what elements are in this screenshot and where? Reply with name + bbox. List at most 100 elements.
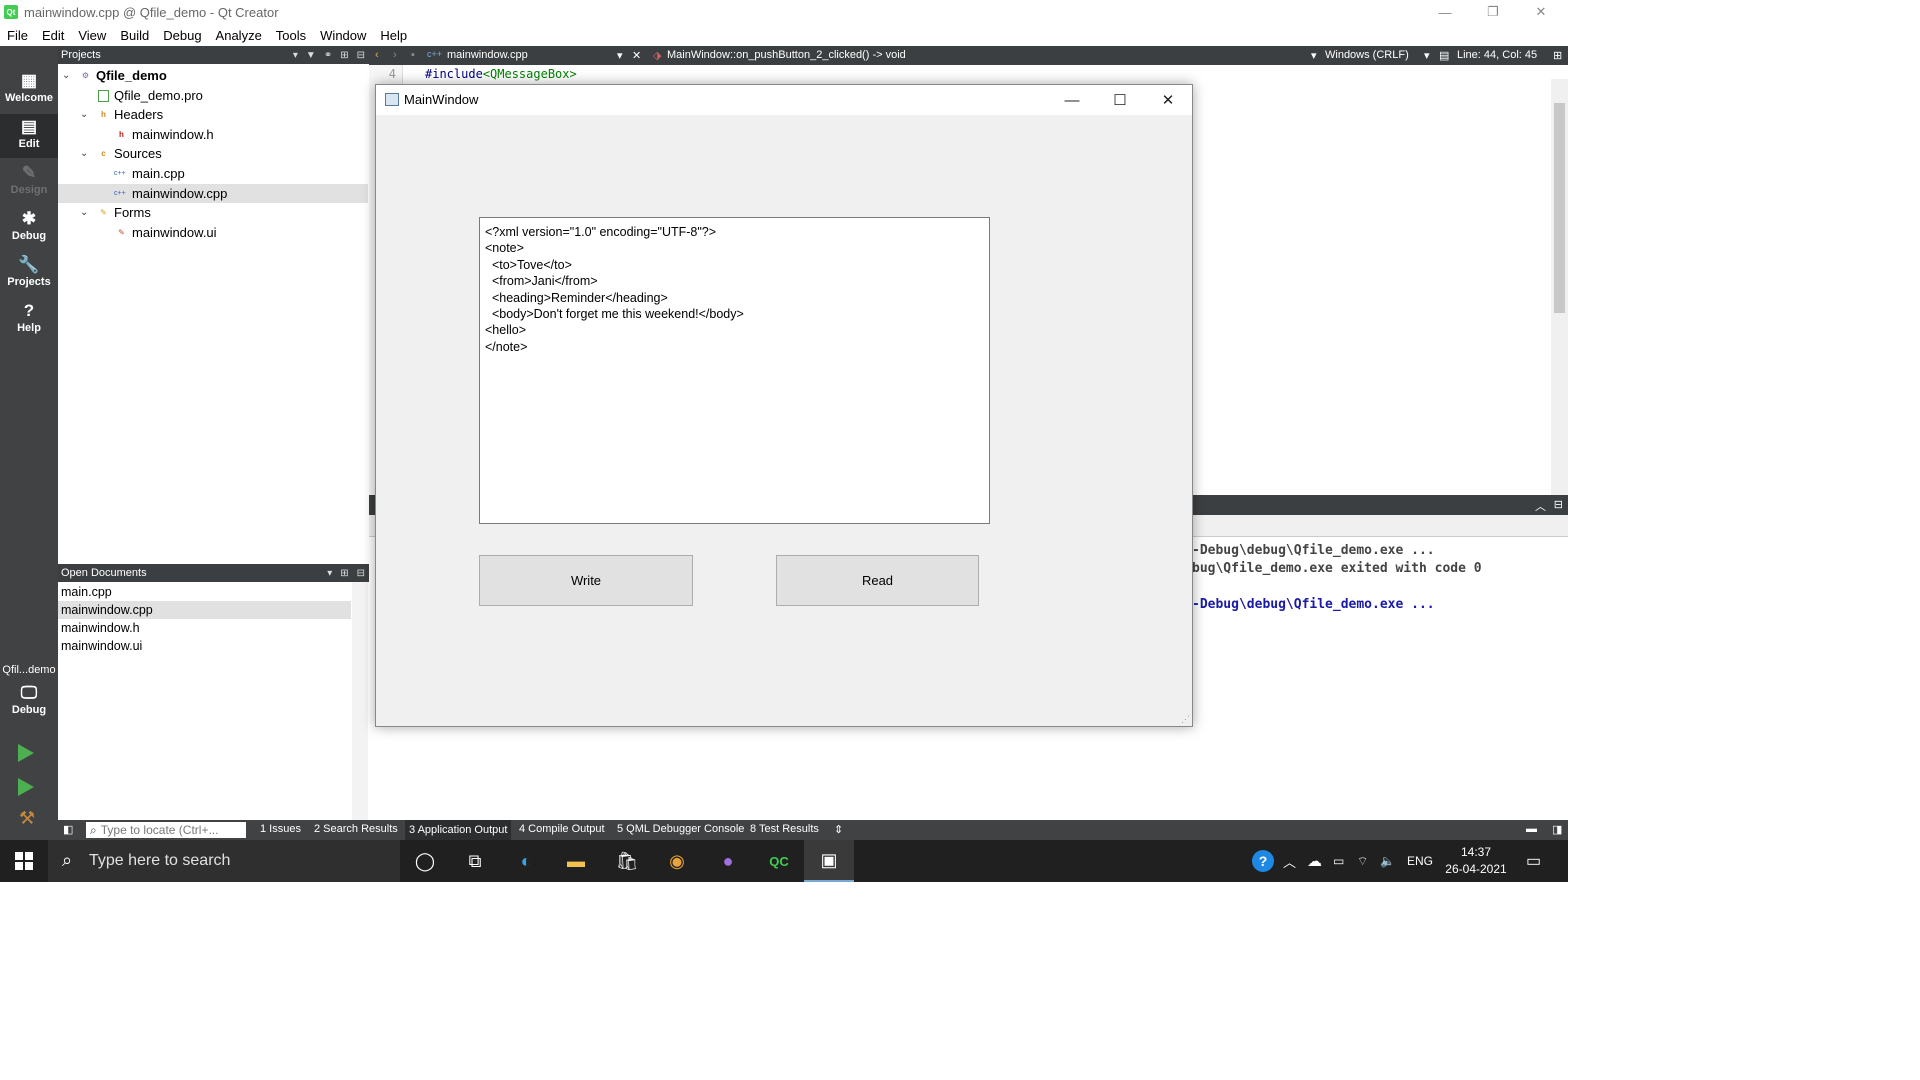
menu-build[interactable]: Build xyxy=(113,28,156,43)
mode-design[interactable]: ✎ Design xyxy=(0,160,58,204)
mode-debug[interactable]: ✱ Debug xyxy=(0,206,58,250)
resize-grip-icon[interactable]: ⋰ xyxy=(1181,715,1190,724)
editor-scrollbar-thumb[interactable] xyxy=(1554,103,1565,313)
menu-file[interactable]: File xyxy=(0,28,35,43)
tab-compile-output[interactable]: 4 Compile Output xyxy=(519,823,605,835)
chevron-down-icon[interactable]: ⌄ xyxy=(62,70,70,81)
tree-item-headers[interactable]: ⌄ h Headers xyxy=(58,105,368,124)
kit-selector[interactable]: 🖵 Debug xyxy=(0,680,58,724)
tree-item-mainwindow-cpp[interactable]: c++ mainwindow.cpp xyxy=(58,184,368,203)
locator-input[interactable]: ⌕ Type to locate (Ctrl+... xyxy=(86,822,246,838)
menu-view[interactable]: View xyxy=(71,28,113,43)
run-icon[interactable] xyxy=(18,744,34,762)
wifi-icon[interactable]: ⌔ xyxy=(1357,840,1368,882)
dropdown-icon[interactable]: ▾ xyxy=(293,50,298,61)
debug-run-icon[interactable] xyxy=(18,778,34,796)
file-selector[interactable]: mainwindow.cpp xyxy=(447,49,528,61)
split-icon[interactable]: ⊞ xyxy=(340,50,348,61)
read-button[interactable]: Read xyxy=(776,555,979,606)
menu-edit[interactable]: Edit xyxy=(35,28,71,43)
split-icon[interactable]: ⊞ xyxy=(340,568,348,579)
open-doc-item[interactable]: mainwindow.cpp xyxy=(58,601,351,619)
forward-icon[interactable]: › xyxy=(393,49,397,61)
file-dropdown-icon[interactable]: ▾ xyxy=(617,49,623,62)
tree-item-forms[interactable]: ⌄ ✎ Forms xyxy=(58,203,368,222)
close-panel-icon[interactable]: ⊟ xyxy=(357,50,365,61)
menu-analyze[interactable]: Analyze xyxy=(209,28,269,43)
taskbar-search[interactable]: ⌕ Type here to search xyxy=(48,840,400,882)
write-button[interactable]: Write xyxy=(479,555,693,606)
symbol-selector[interactable]: MainWindow::on_pushButton_2_clicked() ->… xyxy=(667,49,906,61)
symbol-dropdown-icon[interactable]: ▾ xyxy=(1311,49,1317,62)
cortana-icon[interactable]: ◯ xyxy=(400,840,450,882)
onedrive-icon[interactable]: ☁ xyxy=(1307,840,1322,882)
menu-window[interactable]: Window xyxy=(313,28,373,43)
mainwindow-app-icon[interactable]: ▣ xyxy=(804,840,854,882)
mode-welcome[interactable]: ▦ Welcome xyxy=(0,68,58,112)
tree-item-main-cpp[interactable]: c++ main.cpp xyxy=(58,164,368,183)
close-panel-icon[interactable]: ⊟ xyxy=(357,568,365,579)
open-doc-item[interactable]: mainwindow.h xyxy=(58,619,351,637)
tab-issues[interactable]: 1 Issues xyxy=(260,823,301,835)
chevron-down-icon[interactable]: ⌄ xyxy=(80,207,88,218)
task-view-icon[interactable]: ⧉ xyxy=(450,840,500,882)
restore-button[interactable]: ❐ xyxy=(1470,0,1516,24)
open-docs-scrollbar[interactable] xyxy=(352,582,368,820)
text-edit[interactable]: <?xml version="1.0" encoding="UTF-8"?> <… xyxy=(479,217,990,524)
open-doc-item[interactable]: mainwindow.ui xyxy=(58,637,351,655)
store-icon[interactable]: 🛍 xyxy=(602,840,652,882)
volume-icon[interactable]: 🔈 xyxy=(1380,840,1395,882)
close-button[interactable]: ✕ xyxy=(1518,0,1564,24)
file-explorer-icon[interactable]: ▬ xyxy=(551,840,601,882)
back-icon[interactable]: ‹ xyxy=(375,49,379,61)
menu-tools[interactable]: Tools xyxy=(269,28,313,43)
more-tabs-icon[interactable]: ⇕ xyxy=(834,823,843,836)
tab-qml-debugger-console[interactable]: 5 QML Debugger Console xyxy=(617,823,744,835)
line-ending-dropdown-icon[interactable]: ▾ xyxy=(1424,49,1430,62)
help-tray-icon[interactable]: ? xyxy=(1252,840,1274,882)
github-icon[interactable]: ● xyxy=(703,840,753,882)
menu-debug[interactable]: Debug xyxy=(156,28,208,43)
close-pane-icon[interactable]: ⊟ xyxy=(1554,498,1563,511)
mainwindow-maximize-button[interactable]: ☐ xyxy=(1097,85,1143,115)
tree-item-pro-file[interactable]: Qfile_demo.pro xyxy=(58,86,368,105)
open-doc-item[interactable]: main.cpp xyxy=(58,583,351,601)
toggle-sidebar-icon[interactable]: ◧ xyxy=(63,823,73,836)
qt-creator-icon[interactable]: QC xyxy=(754,840,804,882)
battery-icon[interactable]: ▭ xyxy=(1333,840,1344,882)
chevron-down-icon[interactable]: ⌄ xyxy=(80,148,88,159)
close-document-icon[interactable]: ✕ xyxy=(632,49,641,62)
mode-projects[interactable]: 🔧 Projects xyxy=(0,252,58,296)
link-icon[interactable]: ⚭ xyxy=(324,50,332,61)
build-hammer-icon[interactable]: ⚒ xyxy=(19,808,35,829)
tab-application-output[interactable]: 3 Application Output xyxy=(405,820,512,840)
mode-edit[interactable]: ▤ Edit xyxy=(0,114,58,158)
minimize-button[interactable]: — xyxy=(1422,0,1468,24)
chrome-icon[interactable]: ◉ xyxy=(652,840,702,882)
dropdown-icon[interactable]: ▾ xyxy=(327,568,332,579)
tree-item-mainwindow-h[interactable]: h mainwindow.h xyxy=(58,125,368,144)
output-pane-toggle-icon[interactable]: ▬ xyxy=(1526,823,1537,835)
start-button[interactable] xyxy=(0,840,48,882)
tab-search-results[interactable]: 2 Search Results xyxy=(314,823,398,835)
collapse-icon[interactable]: ︿ xyxy=(1535,498,1546,514)
mainwindow-minimize-button[interactable]: — xyxy=(1049,85,1095,115)
tree-item-project[interactable]: ⌄ ⚙ Qfile_demo xyxy=(58,66,368,85)
tab-test-results[interactable]: 8 Test Results xyxy=(750,823,819,835)
edge-icon[interactable]: ◐ xyxy=(501,840,551,882)
line-ending-selector[interactable]: Windows (CRLF) xyxy=(1325,49,1409,61)
notifications-icon[interactable]: ▭ xyxy=(1526,840,1541,882)
tree-item-mainwindow-ui[interactable]: ✎ mainwindow.ui xyxy=(58,223,368,242)
kit-project-label[interactable]: Qfil...demo xyxy=(0,664,58,676)
menu-help[interactable]: Help xyxy=(373,28,414,43)
cursor-position[interactable]: Line: 44, Col: 45 xyxy=(1457,49,1537,61)
system-clock[interactable]: 14:37 26-04-2021 xyxy=(1440,844,1512,878)
right-sidebar-icon[interactable]: ◨ xyxy=(1552,823,1562,836)
tree-item-sources[interactable]: ⌄ c Sources xyxy=(58,144,368,163)
mainwindow-close-button[interactable]: ✕ xyxy=(1145,85,1191,115)
chevron-down-icon[interactable]: ⌄ xyxy=(80,109,88,120)
split-editor-icon[interactable]: ⊞ xyxy=(1553,49,1562,62)
editor-scrollbar[interactable] xyxy=(1551,79,1568,495)
mode-help[interactable]: ? Help xyxy=(0,298,58,342)
language-indicator[interactable]: ENG xyxy=(1407,840,1433,882)
